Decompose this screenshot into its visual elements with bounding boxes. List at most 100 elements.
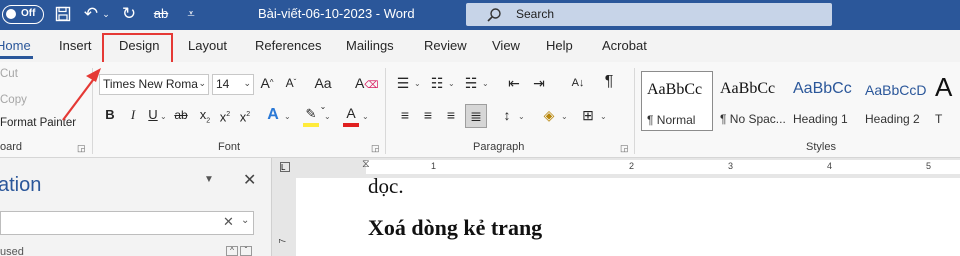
font-color-label: A (346, 105, 356, 121)
increase-indent-icon[interactable]: ⇥ (530, 74, 548, 92)
document-page[interactable]: dọc. Xoá dòng kẻ trang (296, 174, 960, 256)
strikethrough-qa-icon[interactable]: ab (150, 3, 172, 25)
style-heading-2[interactable]: AaBbCcD Heading 2 (860, 71, 932, 131)
chevron-down-icon: ⌄ (243, 78, 251, 88)
style-preview: AaBbCc (647, 81, 703, 98)
style-preview: AaBbCcD (865, 82, 927, 98)
ribbon: Cut Copy Format Painter oard ◲ Times New… (0, 62, 960, 158)
clear-all-button[interactable]: x2 (236, 106, 254, 126)
group-separator (385, 68, 386, 154)
group-separator (634, 68, 635, 154)
text-effects-button[interactable]: A (263, 106, 283, 124)
autosave-toggle[interactable]: Off (2, 5, 44, 24)
tab-help[interactable]: Help (546, 38, 573, 53)
close-icon[interactable]: ✕ (243, 170, 256, 190)
grow-font-icon[interactable]: A^ (257, 74, 277, 92)
chevron-down-icon[interactable]: ⌄ (362, 112, 369, 121)
clear-search-icon[interactable]: ✕ (223, 214, 234, 230)
ruler-number: 4 (827, 161, 833, 171)
style-name: ¶ No Spac... (720, 112, 786, 126)
subscript-button[interactable]: x2 (196, 106, 214, 131)
font-color-bar (343, 123, 359, 127)
next-result-icon[interactable]: ˇ (240, 246, 252, 256)
highlighter-icon: ✎ (305, 106, 317, 121)
align-left-icon[interactable]: ≡ (396, 106, 414, 124)
tab-selector-icon[interactable]: L (280, 162, 290, 172)
line-spacing-icon[interactable]: ↕ (498, 106, 516, 124)
align-right-icon[interactable]: ≡ (442, 106, 460, 124)
align-center-icon[interactable]: ≡ (419, 106, 437, 124)
ruler-number: 2 (629, 161, 635, 171)
chevron-down-icon[interactable]: ⌄ (324, 112, 331, 121)
ruler-number: 1 (431, 161, 437, 171)
title-bar: Off ↶ ⌄ ↻ ab ⩡ Bài-viết-06-10-2023 - Wor… (0, 0, 960, 30)
underline-button[interactable]: U (146, 106, 160, 124)
chevron-down-icon: ⌄ (198, 78, 206, 88)
tab-insert[interactable]: Insert (59, 38, 92, 53)
chevron-down-icon[interactable]: ⌄ (561, 112, 568, 121)
font-size-value: 14 (216, 77, 230, 91)
tab-acrobat[interactable]: Acrobat (602, 38, 647, 53)
autosave-knob (6, 9, 16, 19)
undo-dropdown-icon[interactable]: ⌄ (100, 3, 112, 25)
ruler-number: 5 (926, 161, 932, 171)
shrink-font-icon[interactable]: Aˇ (281, 74, 301, 92)
style-preview: A (935, 72, 953, 102)
show-marks-button[interactable]: ¶ (601, 73, 617, 91)
annotation-arrow (62, 68, 101, 121)
previous-result-icon[interactable]: ^ (226, 246, 238, 256)
strikethrough-button[interactable]: ab (170, 106, 192, 124)
tab-layout[interactable]: Layout (188, 38, 227, 53)
nav-results-label: used (0, 246, 24, 256)
sort-icon[interactable]: A↓ (569, 74, 587, 92)
tab-references[interactable]: References (255, 38, 321, 53)
superscript-button[interactable]: x2 (216, 106, 234, 126)
chevron-down-icon[interactable]: ⌄ (414, 79, 421, 88)
style-normal[interactable]: AaBbCc ¶ Normal (641, 71, 713, 131)
bullets-icon[interactable]: ☰ (394, 74, 412, 92)
styles-group-label: Styles (806, 141, 836, 153)
style-no-spacing[interactable]: AaBbCc ¶ No Spac... (715, 71, 787, 131)
chevron-down-icon[interactable]: ⌄ (160, 112, 167, 121)
font-launcher-icon[interactable]: ◲ (371, 143, 380, 154)
paragraph-launcher-icon[interactable]: ◲ (620, 143, 629, 154)
redo-icon[interactable]: ↻ (118, 3, 140, 25)
pane-options-icon[interactable]: ▼ (204, 174, 214, 185)
chevron-down-icon[interactable]: ⌄ (600, 112, 607, 121)
font-group-label: Font (218, 141, 241, 153)
multilevel-list-icon[interactable]: ☵ (462, 74, 480, 92)
style-preview: AaBbCc (720, 80, 776, 97)
chevron-down-icon[interactable]: ⌄ (241, 215, 249, 226)
justify-icon[interactable]: ≣ (465, 104, 487, 128)
chevron-down-icon[interactable]: ⌄ (448, 79, 455, 88)
tab-view[interactable]: View (492, 38, 520, 53)
decrease-indent-icon[interactable]: ⇤ (505, 74, 523, 92)
font-color-button[interactable]: A (340, 104, 362, 127)
borders-icon[interactable]: ⊞ (579, 106, 597, 124)
font-size-combo[interactable]: 14 ⌄ (212, 74, 254, 95)
style-title[interactable]: A T (930, 71, 960, 131)
shading-icon[interactable]: ◈ (540, 106, 558, 124)
ruler-active-area (366, 160, 960, 174)
save-icon[interactable] (52, 3, 74, 25)
paragraph-group-label: Paragraph (473, 141, 525, 153)
search-input[interactable]: ✕ ⌄ (0, 211, 254, 235)
ruler-number: 3 (728, 161, 734, 171)
search-box[interactable]: Search (466, 3, 832, 26)
undo-icon[interactable]: ↶ (80, 3, 102, 25)
indent-marker-icon[interactable]: ⧖ (362, 158, 370, 171)
tab-mailings[interactable]: Mailings (346, 38, 394, 53)
highlight-button[interactable]: ✎ (300, 104, 322, 127)
numbering-icon[interactable]: ☷ (428, 74, 446, 92)
chevron-down-icon[interactable]: ⌄ (284, 112, 291, 121)
clear-formatting-icon[interactable]: A⌫ (355, 74, 378, 95)
tab-home[interactable]: Home (0, 38, 33, 59)
design-tab-highlight-box (102, 33, 173, 64)
tab-review[interactable]: Review (424, 38, 467, 53)
highlight-color-bar (303, 123, 319, 127)
customize-qa-icon[interactable]: ⩡ (180, 3, 202, 25)
style-heading-1[interactable]: AaBbCc Heading 1 (788, 71, 860, 131)
chevron-down-icon[interactable]: ⌄ (482, 79, 489, 88)
chevron-down-icon[interactable]: ⌄ (518, 112, 525, 121)
document-title: Bài-viết-06-10-2023 - Word (258, 6, 415, 21)
